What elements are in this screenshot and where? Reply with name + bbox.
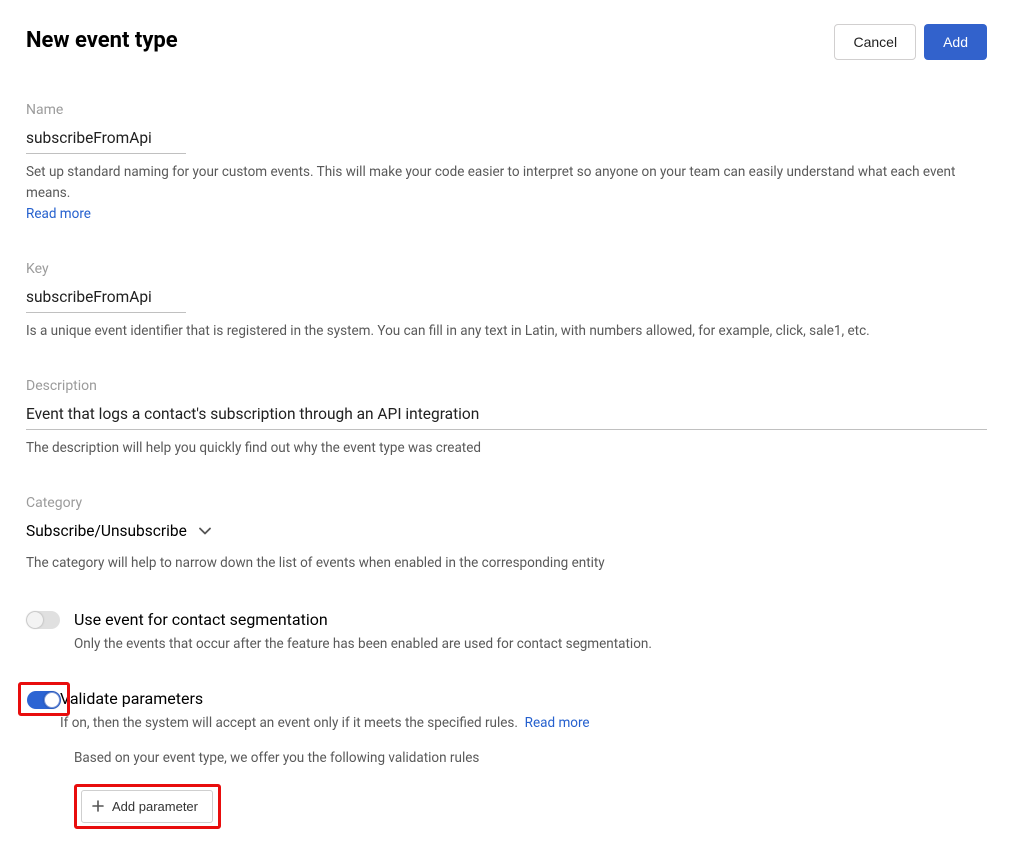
validate-toggle[interactable] [27,691,61,709]
toggle-knob [44,692,60,708]
validate-title: Validate parameters [60,687,987,711]
category-value: Subscribe/Unsubscribe [26,520,187,543]
validate-help: If on, then the system will accept an ev… [60,713,987,734]
description-field-group: Description The description will help yo… [26,376,987,459]
category-help: The category will help to narrow down th… [26,553,987,574]
description-label: Description [26,376,987,397]
highlight-toggle-box [18,682,70,716]
validate-block: Validate parameters If on, then the syst… [26,687,987,829]
segmentation-title: Use event for contact segmentation [74,608,987,632]
validate-read-more-link[interactable]: Read more [525,715,590,731]
name-input[interactable] [26,127,186,154]
key-field-group: Key Is a unique event identifier that is… [26,259,987,342]
name-label: Name [26,100,987,121]
category-field-group: Category Subscribe/Unsubscribe The categ… [26,493,987,574]
chevron-down-icon [199,527,211,535]
name-field-group: Name Set up standard naming for your cus… [26,100,987,225]
add-parameter-label: Add parameter [112,799,198,814]
add-button[interactable]: Add [924,24,987,60]
category-label: Category [26,493,987,514]
cancel-button[interactable]: Cancel [834,24,916,60]
key-help: Is a unique event identifier that is reg… [26,321,987,342]
key-label: Key [26,259,987,280]
page-title: New event type [26,24,178,57]
category-dropdown[interactable]: Subscribe/Unsubscribe [26,520,211,543]
header-actions: Cancel Add [834,24,987,60]
validation-rules-intro: Based on your event type, we offer you t… [74,748,987,768]
toggle-knob [27,612,43,628]
name-read-more-link[interactable]: Read more [26,206,91,222]
add-parameter-button[interactable]: Add parameter [81,790,213,823]
description-help: The description will help you quickly fi… [26,438,987,459]
highlight-addparam-box: Add parameter [74,784,221,829]
description-input[interactable] [26,403,987,430]
segmentation-help: Only the events that occur after the fea… [74,634,987,655]
name-help: Set up standard naming for your custom e… [26,162,987,225]
segmentation-toggle-section: Use event for contact segmentation Only … [26,608,987,655]
plus-icon [92,800,104,812]
segmentation-toggle[interactable] [26,611,60,629]
key-input[interactable] [26,286,186,313]
